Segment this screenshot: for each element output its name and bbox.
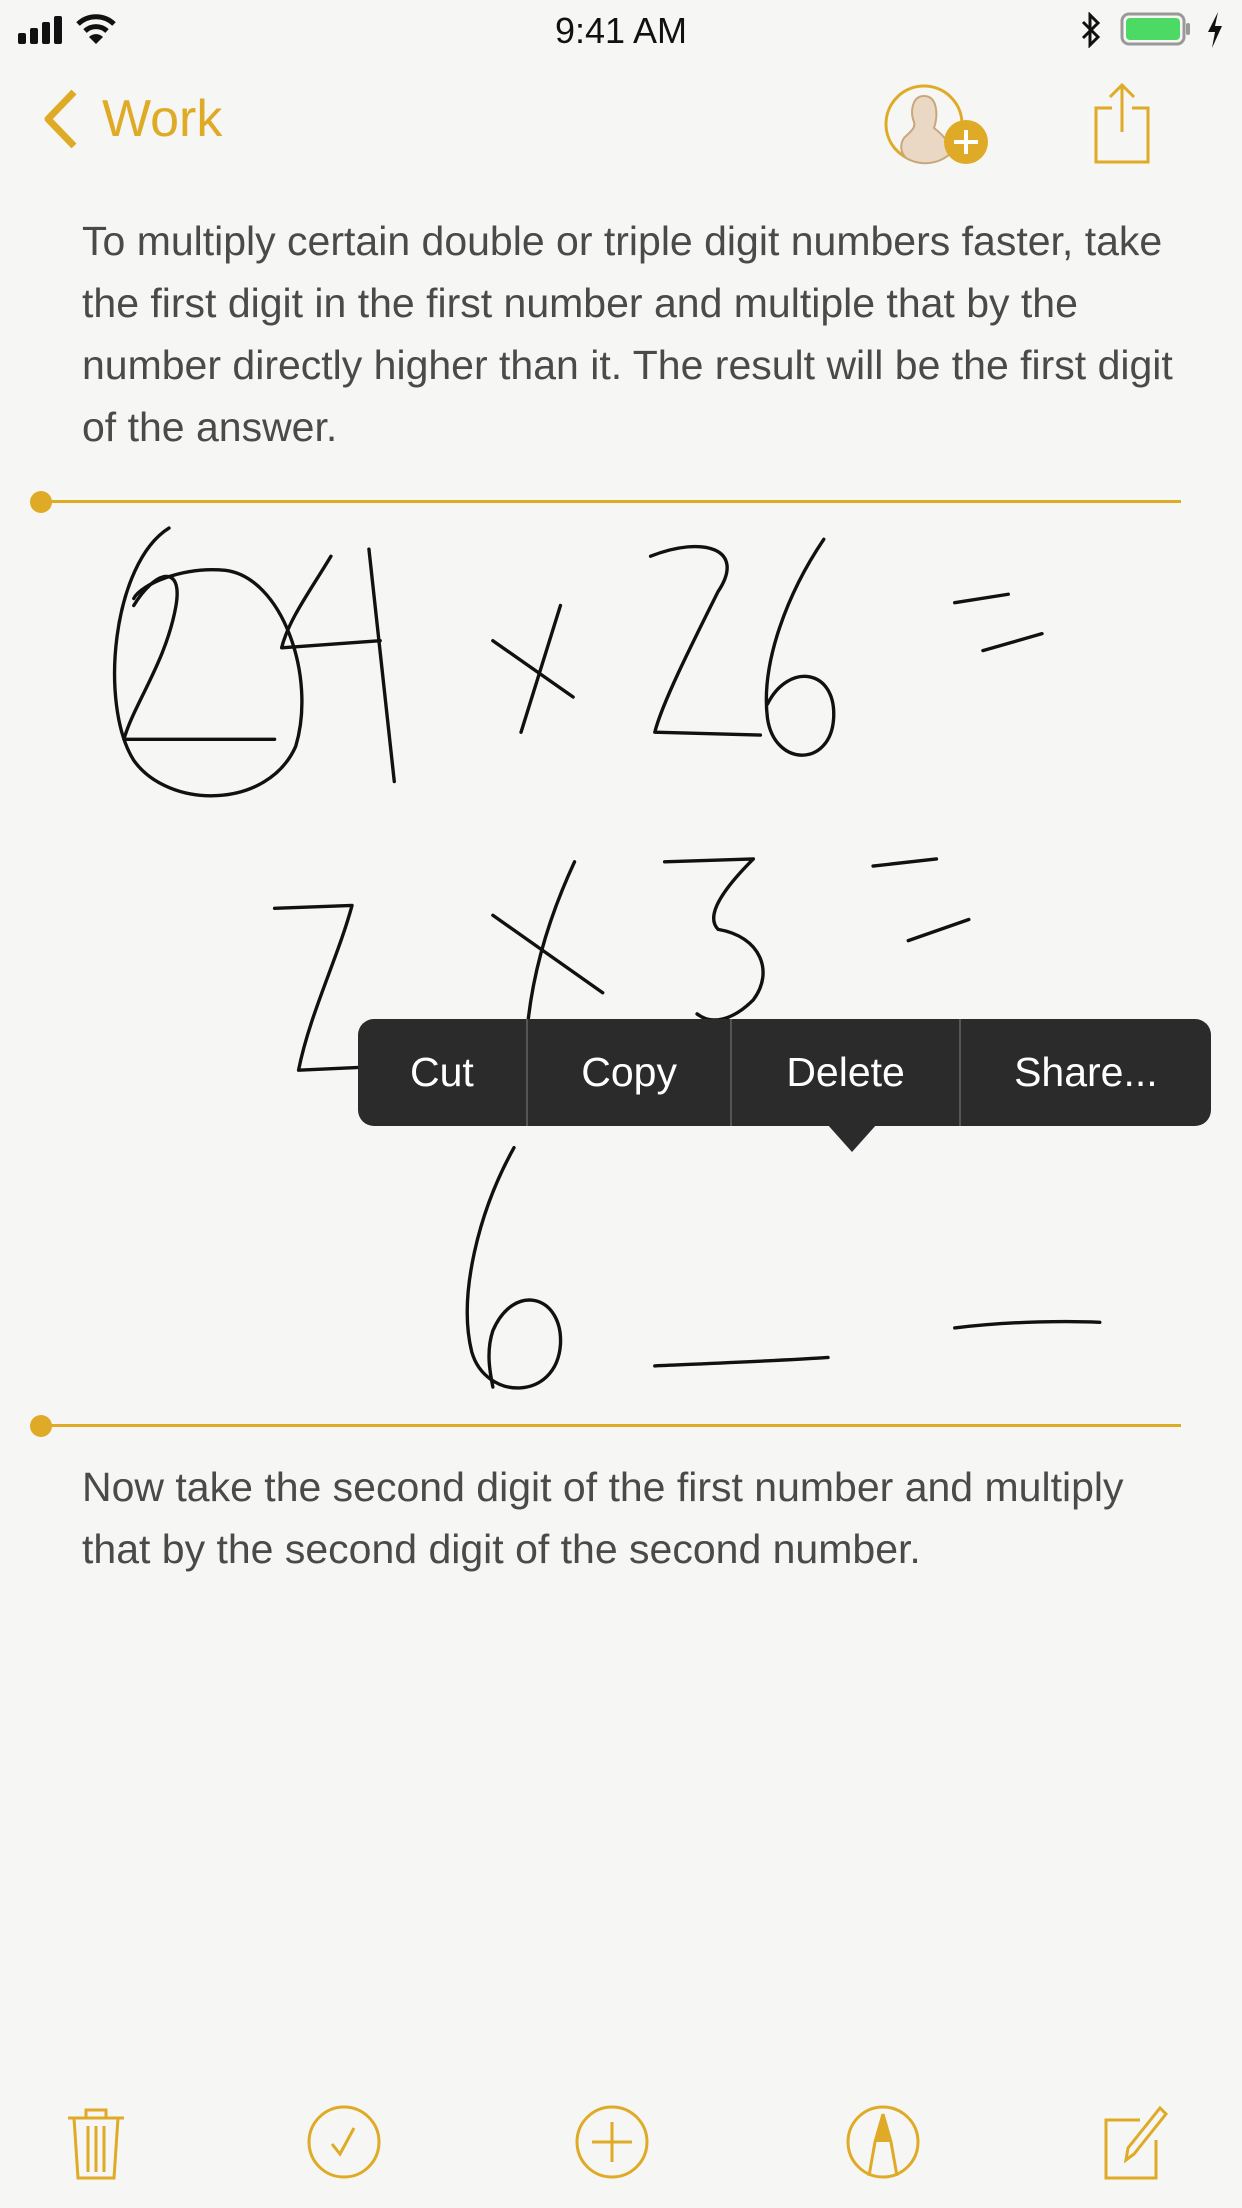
stroke-blank-1 [653, 1355, 830, 1368]
menu-item-delete[interactable]: Delete [732, 1019, 961, 1126]
stroke-equals-2 [871, 857, 971, 943]
menu-item-cut[interactable]: Cut [358, 1019, 528, 1126]
stroke-times [491, 603, 575, 734]
stroke-blank-2 [953, 1319, 1102, 1330]
stroke-digit-2b [648, 544, 763, 737]
stroke-circle [112, 526, 304, 798]
stroke-digit-2 [122, 574, 277, 741]
stroke-digit-2c [272, 903, 361, 1072]
stroke-digit-6b [465, 1145, 563, 1390]
drawing-bottom-border [41, 1424, 1181, 1427]
markup-icon[interactable] [841, 2100, 925, 2184]
note-paragraph-2[interactable]: Now take the second digit of the first n… [82, 1456, 1192, 1580]
context-menu-arrow [827, 1124, 877, 1152]
trash-icon[interactable] [54, 2100, 138, 2184]
stroke-digit-3 [662, 857, 765, 1022]
stroke-times-2 [491, 860, 605, 1023]
context-menu: Cut Copy Delete Share... [358, 1019, 1211, 1126]
stroke-digit-6 [764, 537, 836, 757]
menu-item-copy[interactable]: Copy [528, 1019, 733, 1126]
menu-item-share[interactable]: Share... [961, 1019, 1211, 1126]
checklist-icon[interactable] [302, 2100, 386, 2184]
stroke-equals [953, 592, 1044, 653]
add-icon[interactable] [570, 2100, 654, 2184]
compose-icon[interactable] [1094, 2100, 1178, 2184]
